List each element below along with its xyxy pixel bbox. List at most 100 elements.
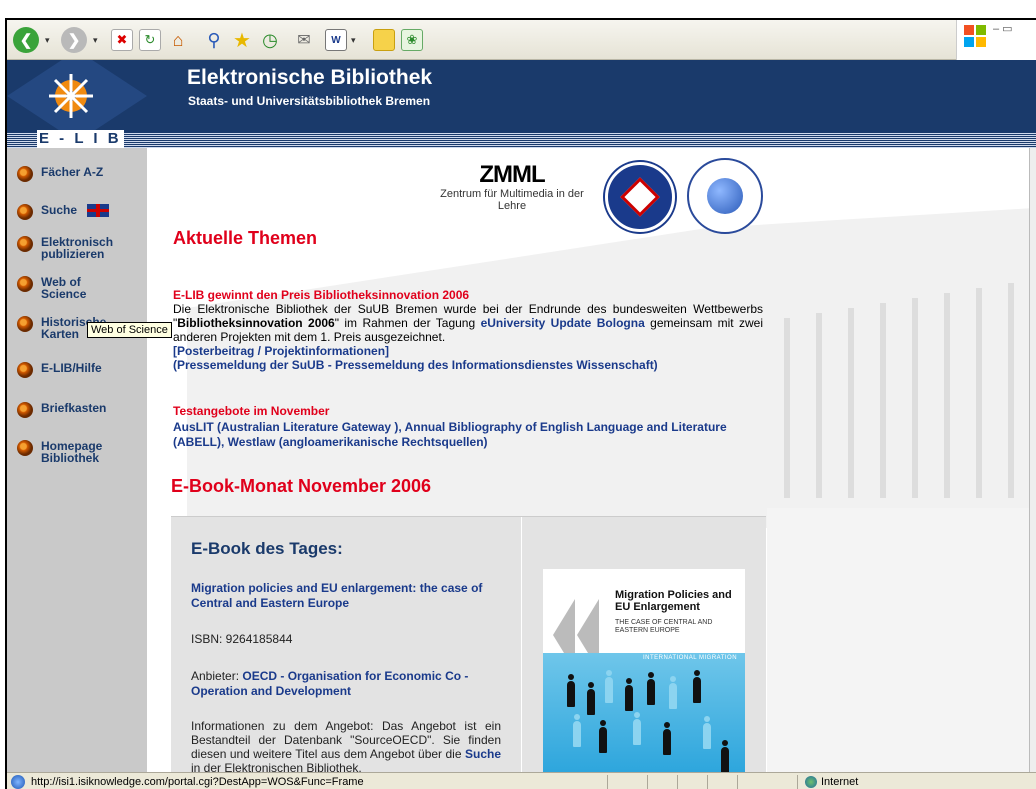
zmml-logo[interactable]: ZMML Zentrum für Multimedia in der Lehre (437, 161, 587, 213)
search-button[interactable]: ⚲ (203, 26, 225, 54)
screen-margin (0, 0, 1036, 18)
edit-button[interactable]: W ▾ (325, 26, 356, 54)
folder-button[interactable] (373, 26, 395, 54)
window-controls: –▭ (956, 20, 1036, 60)
stop-icon: ✖ (111, 29, 133, 51)
status-divider (677, 775, 678, 789)
back-arrow-icon: ❮ (13, 27, 39, 53)
news1-text: " im Rahmen der Tagung (334, 316, 481, 330)
info-text: Informationen zu dem Angebot: Das Angebo… (191, 719, 501, 761)
history-icon: ◷ (262, 29, 278, 50)
site-subtitle: Staats- und Universitätsbibliothek Breme… (188, 94, 431, 108)
open-access-icon[interactable] (687, 158, 763, 234)
provider-label: Anbieter: (191, 669, 243, 683)
word-icon: W (325, 29, 347, 51)
sidebar-item-suche[interactable]: Suche (17, 203, 110, 220)
status-bar: http://isi1.isiknowledge.com/portal.cgi?… (7, 772, 1036, 789)
orange-bullet-icon (17, 362, 33, 378)
cover-band-text: INTERNATIONAL MIGRATION (643, 655, 738, 661)
sidebar-item-label: Elektronisch publizieren (41, 235, 114, 261)
sidebar-item-label: E-LIB/Hilfe (41, 361, 102, 375)
mail-icon: ✉ (297, 32, 311, 49)
forward-arrow-icon: ❯ (61, 27, 87, 53)
press-link[interactable]: (Pressemeldung der SuUB - Pressemeldung … (173, 358, 658, 372)
box-divider (521, 517, 522, 772)
star-icon: ★ (233, 29, 251, 52)
home-icon: ⌂ (172, 29, 184, 50)
cover-band (543, 653, 745, 772)
back-button[interactable]: ❮ ▾ (13, 26, 50, 54)
home-button[interactable]: ⌂ (167, 26, 189, 54)
sidebar-item-label: Fächer A-Z (41, 165, 104, 179)
sidebar-item-label: Homepage Bibliothek (41, 439, 103, 465)
uk-flag-icon[interactable] (87, 204, 110, 217)
zmml-logo-subtitle: Zentrum für Multimedia in der Lehre (440, 188, 584, 212)
status-divider (647, 775, 648, 789)
status-divider (707, 775, 708, 789)
orange-bullet-icon (17, 402, 33, 418)
main-content: ZMML Zentrum für Multimedia in der Lehre… (147, 148, 1034, 772)
status-divider (737, 775, 738, 789)
sidebar-item-hilfe[interactable]: E-LIB/Hilfe (17, 362, 102, 378)
ebook-title-link[interactable]: Migration policies and EU enlargement: t… (191, 581, 501, 611)
sidebar-nav: Fächer A-Z Suche Elektronisch publiziere… (7, 148, 147, 772)
tooltip: Web of Science (87, 322, 172, 338)
orange-bullet-icon (17, 236, 33, 252)
suche-link[interactable]: Suche (465, 747, 501, 761)
sidebar-item-homepage[interactable]: Homepage Bibliothek (17, 440, 117, 464)
heading-aktuelle-themen: Aktuelle Themen (173, 228, 318, 248)
dini-seal-icon[interactable] (605, 162, 675, 232)
mail-button[interactable]: ✉ (293, 26, 315, 54)
ebook-isbn: ISBN: 9264185844 (191, 632, 293, 646)
orange-bullet-icon (17, 316, 33, 332)
forward-button[interactable]: ❯ ▾ (61, 26, 98, 54)
folder-icon (373, 29, 395, 51)
ebook-info: Informationen zu dem Angebot: Das Angebo… (191, 719, 501, 772)
page-icon (11, 775, 25, 789)
chevron-down-icon[interactable]: ▾ (45, 35, 50, 46)
history-button[interactable]: ◷ (259, 26, 281, 54)
sidebar-item-web-of-science[interactable]: Web of Science (17, 276, 107, 300)
windows-logo-icon (964, 25, 986, 47)
refresh-button[interactable]: ↻ (139, 26, 161, 54)
refresh-icon: ↻ (139, 29, 161, 51)
eunivers-link[interactable]: eUniversity Update Bologna (481, 316, 645, 330)
news1-body: Die Elektronische Bibliothek der SuUB Br… (173, 302, 763, 372)
trial-databases-link[interactable]: AusLIT (Australian Literature Gateway ),… (173, 420, 733, 450)
elib-label: E - L I B (37, 130, 124, 148)
vertical-scrollbar[interactable] (1029, 148, 1036, 772)
orange-bullet-icon (17, 276, 33, 292)
news1-title: E-LIB gewinnt den Preis Bibliotheksinnov… (173, 288, 470, 302)
sidebar-item-briefkasten[interactable]: Briefkasten (17, 402, 106, 418)
minimize-restore-icon[interactable]: –▭ (993, 22, 1016, 35)
stop-button[interactable]: ✖ (111, 26, 133, 54)
orange-bullet-icon (17, 166, 33, 182)
messenger-icon: ❀ (401, 29, 423, 51)
browser-toolbar: ❮ ▾ ❯ ▾ ✖ ↻ ⌂ ⚲ ★ ◷ ✉ W ▾ ❀ –▭ (7, 20, 1036, 60)
sidebar-item-faecher[interactable]: Fächer A-Z (17, 166, 103, 182)
poster-link[interactable]: [Posterbeitrag / Projektinformationen] (173, 344, 389, 358)
book-cover-image[interactable]: Migration Policies and EU Enlargement TH… (543, 569, 745, 772)
sidebar-item-label: Suche (41, 203, 78, 217)
sidebar-item-label: Briefkasten (41, 401, 107, 415)
ebook-heading: E-Book des Tages: (191, 539, 343, 558)
browser-window: ❮ ▾ ❯ ▾ ✖ ↻ ⌂ ⚲ ★ ◷ ✉ W ▾ ❀ –▭ Elektroni… (5, 18, 1036, 789)
orange-bullet-icon (17, 440, 33, 456)
cover-subtitle: THE CASE OF CENTRAL AND EASTERN EUROPE (615, 619, 713, 634)
zmml-logo-text: ZMML (479, 161, 545, 188)
chevron-down-icon[interactable]: ▾ (351, 35, 356, 46)
messenger-button[interactable]: ❀ (401, 26, 423, 54)
status-divider (797, 775, 798, 789)
news1-bold: Bibliotheksinnovation 2006 (177, 316, 335, 330)
site-header: Elektronische Bibliothek Staats- und Uni… (7, 60, 1036, 132)
sidebar-item-label: Web of Science (41, 275, 87, 301)
chevron-down-icon[interactable]: ▾ (93, 35, 98, 46)
elib-logo-icon[interactable] (7, 60, 147, 132)
status-divider (607, 775, 608, 789)
orange-bullet-icon (17, 204, 33, 220)
heading-ebook-monat: E-Book-Monat November 2006 (171, 476, 432, 496)
sidebar-item-publizieren[interactable]: Elektronisch publizieren (17, 236, 137, 260)
cover-title: Migration Policies and EU Enlargement (615, 589, 732, 613)
search-icon: ⚲ (207, 29, 221, 50)
favorites-button[interactable]: ★ (231, 26, 253, 54)
